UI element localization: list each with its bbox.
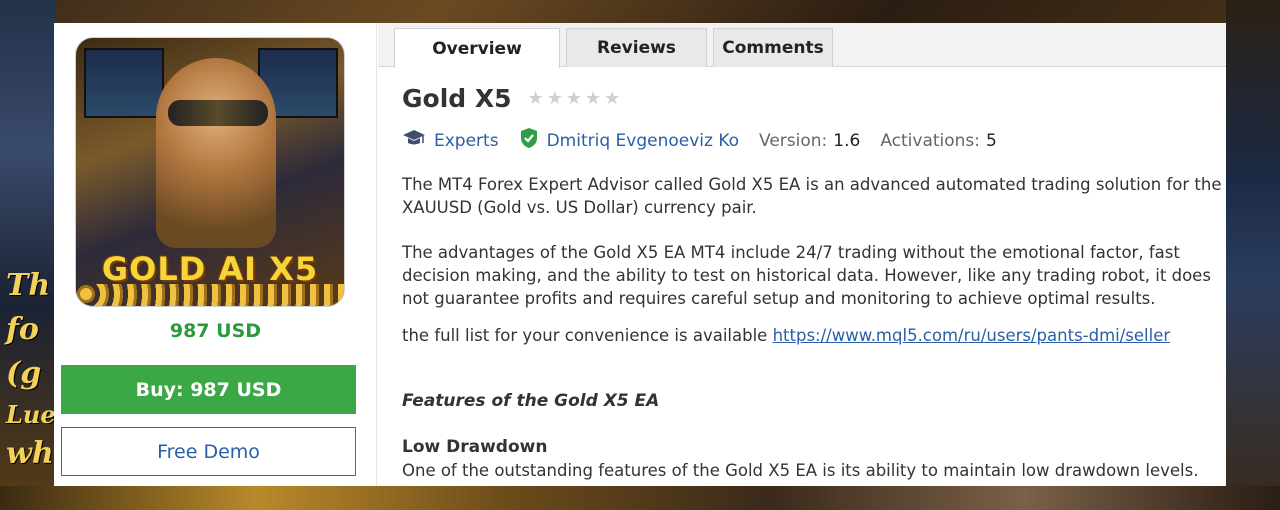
seller-url-link[interactable]: https://www.mql5.com/ru/users/pants-dmi/… — [773, 326, 1171, 345]
buy-button[interactable]: Buy: 987 USD — [61, 365, 356, 414]
version-value: 1.6 — [833, 130, 861, 151]
product-details: Overview Reviews Comments Gold X5 ★ ★ ★ … — [378, 23, 1226, 486]
tab-comments[interactable]: Comments — [713, 28, 833, 67]
title-row: Gold X5 ★ ★ ★ ★ ★ — [402, 84, 620, 113]
product-sidebar: GOLD AI X5 987 USD Buy: 987 USD Free Dem… — [54, 23, 377, 486]
tab-reviews[interactable]: Reviews — [566, 28, 707, 67]
product-meta: Experts Dmitriq Evgenoeviz Ko Version: 1… — [402, 127, 997, 154]
product-image-label: GOLD AI X5 — [101, 250, 319, 288]
background-text: wh — [6, 436, 54, 471]
star-icon: ★ — [546, 87, 563, 109]
product-image[interactable]: GOLD AI X5 — [75, 37, 345, 307]
version-label: Version: — [759, 130, 828, 151]
vr-headset-graphic — [168, 100, 268, 126]
features-heading: Features of the Gold X5 EA — [402, 391, 660, 411]
seller-link-paragraph: the full list for your convenience is av… — [402, 324, 1222, 347]
verified-shield-icon — [519, 127, 539, 154]
star-icon: ★ — [604, 87, 621, 109]
rating-stars[interactable]: ★ ★ ★ ★ ★ — [527, 87, 621, 109]
character-graphic — [156, 58, 276, 248]
monitor-graphic — [84, 48, 164, 118]
description-paragraph: The advantages of the Gold X5 EA MT4 inc… — [402, 243, 1211, 308]
low-drawdown-heading: Low Drawdown — [402, 437, 548, 457]
activations-label: Activations: — [880, 130, 981, 151]
background-left-panel: Th fo (g Lue wh — [0, 0, 56, 510]
tab-overview[interactable]: Overview — [394, 28, 560, 68]
coins-graphic — [76, 284, 344, 306]
low-drawdown-text: One of the outstanding features of the G… — [402, 461, 1199, 480]
product-price: 987 USD — [169, 320, 262, 342]
star-icon: ★ — [584, 87, 602, 109]
star-icon: ★ — [565, 87, 582, 109]
background-right-panel — [1226, 0, 1280, 510]
activations-value: 5 — [986, 130, 997, 151]
background-bottom-strip — [0, 486, 1280, 510]
star-icon: ★ — [527, 87, 544, 109]
background-text: fo — [6, 312, 39, 347]
tab-bar: Overview Reviews Comments — [378, 23, 1226, 68]
free-demo-button[interactable]: Free Demo — [61, 427, 356, 476]
background-text: Th — [6, 268, 51, 303]
author-link[interactable]: Dmitriq Evgenoeviz Ko — [547, 131, 739, 151]
product-card: GOLD AI X5 987 USD Buy: 987 USD Free Dem… — [54, 23, 1226, 486]
background-text: Lue — [6, 400, 56, 429]
page-title: Gold X5 — [402, 84, 512, 113]
category-link[interactable]: Experts — [434, 131, 499, 151]
background-text: (g — [6, 356, 42, 391]
graduation-cap-icon — [402, 128, 426, 153]
description-paragraph: The MT4 Forex Expert Advisor called Gold… — [402, 175, 1222, 217]
seller-link-prefix: the full list for your convenience is av… — [402, 326, 773, 345]
